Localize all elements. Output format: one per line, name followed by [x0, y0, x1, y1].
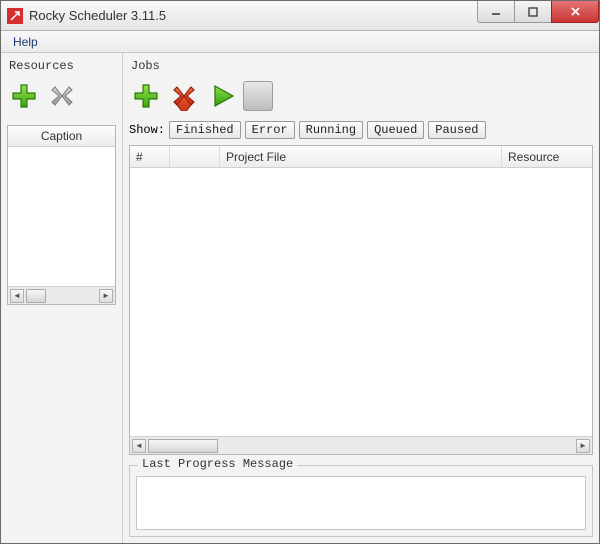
jobs-table-header: # Project File Resource: [130, 146, 592, 168]
app-icon: [7, 8, 23, 24]
titlebar: Rocky Scheduler 3.11.5: [1, 1, 599, 31]
stop-job-button[interactable]: [243, 81, 273, 111]
resources-hscrollbar[interactable]: ◄ ►: [8, 286, 115, 304]
jobs-panel: Jobs: [123, 53, 599, 543]
jobs-title: Jobs: [129, 57, 593, 77]
filter-finished-button[interactable]: Finished: [169, 121, 241, 139]
window-buttons: [478, 1, 599, 30]
delete-resource-button[interactable]: [45, 79, 79, 113]
menubar: Help: [1, 31, 599, 53]
add-job-button[interactable]: [129, 79, 163, 113]
delete-job-button[interactable]: [167, 79, 201, 113]
window-title: Rocky Scheduler 3.11.5: [29, 8, 166, 23]
scroll-left-icon[interactable]: ◄: [132, 439, 146, 453]
scroll-right-icon[interactable]: ►: [576, 439, 590, 453]
column-number[interactable]: #: [130, 146, 170, 167]
jobs-table-body: [130, 168, 592, 436]
filter-running-button[interactable]: Running: [299, 121, 363, 139]
jobs-hscrollbar[interactable]: ◄ ►: [130, 436, 592, 454]
resources-column-caption[interactable]: Caption: [8, 126, 115, 147]
resources-panel: Resources Caption ◄: [1, 53, 123, 543]
column-status[interactable]: [170, 146, 220, 167]
column-resource[interactable]: Resource: [502, 146, 592, 167]
progress-group: Last Progress Message: [129, 465, 593, 537]
show-label: Show:: [129, 123, 165, 137]
minimize-button[interactable]: [477, 1, 515, 23]
jobs-toolbar: [129, 77, 593, 121]
jobs-filter-row: Show: Finished Error Running Queued Paus…: [129, 121, 593, 145]
run-job-button[interactable]: [205, 79, 239, 113]
filter-queued-button[interactable]: Queued: [367, 121, 424, 139]
close-button[interactable]: [551, 1, 599, 23]
scroll-track[interactable]: [26, 289, 97, 303]
filter-paused-button[interactable]: Paused: [428, 121, 485, 139]
scroll-right-icon[interactable]: ►: [99, 289, 113, 303]
workarea: Resources Caption ◄: [1, 53, 599, 543]
scroll-thumb[interactable]: [148, 439, 218, 453]
resources-list[interactable]: Caption ◄ ►: [7, 125, 116, 305]
resources-title: Resources: [7, 57, 116, 77]
resources-list-body: [8, 147, 115, 286]
menu-help[interactable]: Help: [5, 33, 46, 51]
scroll-thumb[interactable]: [26, 289, 46, 303]
column-project-file[interactable]: Project File: [220, 146, 502, 167]
scroll-track[interactable]: [148, 439, 574, 453]
maximize-button[interactable]: [514, 1, 552, 23]
scroll-left-icon[interactable]: ◄: [10, 289, 24, 303]
jobs-table[interactable]: # Project File Resource ◄ ►: [129, 145, 593, 455]
progress-message: [136, 476, 586, 530]
resources-toolbar: [7, 77, 116, 121]
filter-error-button[interactable]: Error: [245, 121, 295, 139]
add-resource-button[interactable]: [7, 79, 41, 113]
progress-title: Last Progress Message: [138, 457, 297, 471]
